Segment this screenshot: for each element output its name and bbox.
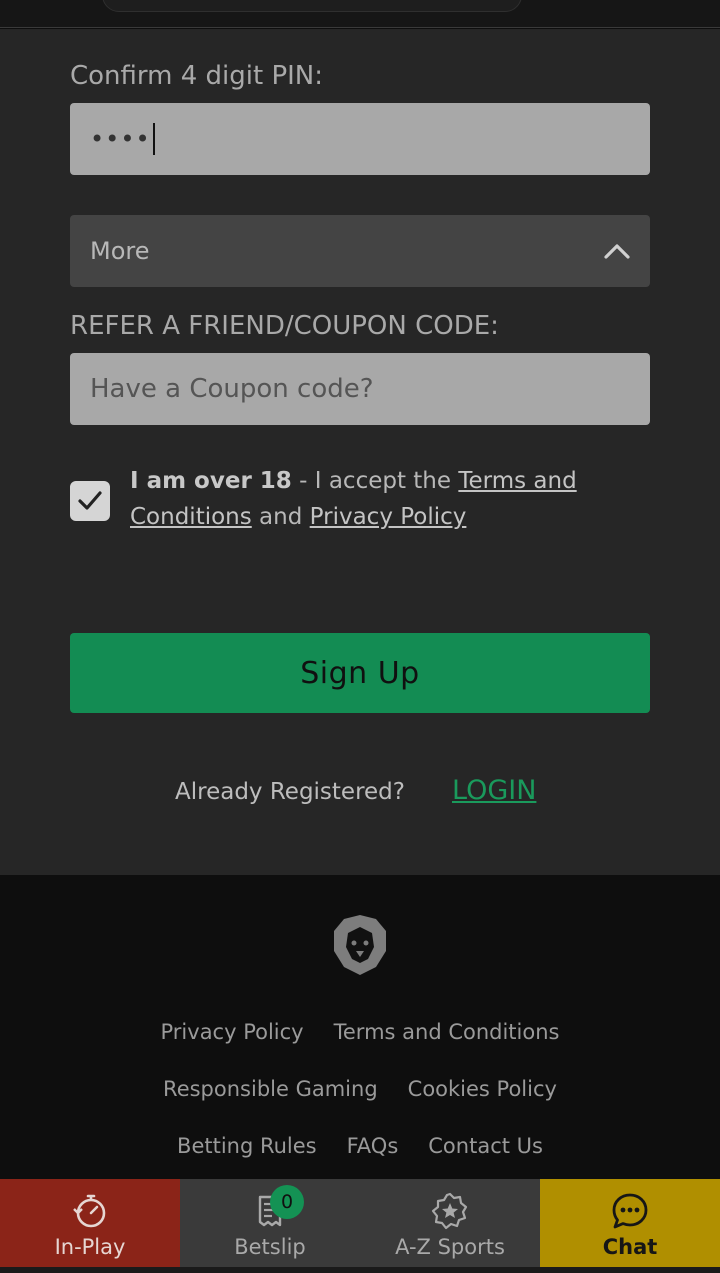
pin-confirm-input[interactable]: ••••	[70, 103, 650, 175]
nav-in-play[interactable]: In-Play	[0, 1179, 180, 1267]
footer-faqs-link[interactable]: FAQs	[347, 1134, 399, 1158]
top-header-strip	[0, 0, 720, 28]
privacy-link[interactable]: Privacy Policy	[310, 504, 467, 530]
age-terms-checkbox[interactable]	[70, 481, 110, 521]
footer-links-row-3: Betting Rules FAQs Contact Us	[0, 1134, 720, 1158]
footer-betting-rules-link[interactable]: Betting Rules	[177, 1134, 317, 1158]
footer-terms-link[interactable]: Terms and Conditions	[334, 1020, 560, 1044]
footer-links-row-1: Privacy Policy Terms and Conditions	[0, 1020, 720, 1044]
footer-contact-link[interactable]: Contact Us	[428, 1134, 543, 1158]
pin-value: ••••	[90, 125, 151, 153]
footer-cookies-link[interactable]: Cookies Policy	[408, 1077, 557, 1101]
coupon-label: REFER A FRIEND/COUPON CODE:	[70, 311, 499, 341]
coupon-input[interactable]	[70, 353, 650, 425]
betslip-count-badge: 0	[270, 1185, 304, 1219]
sign-up-button[interactable]: Sign Up	[70, 633, 650, 713]
nav-chat[interactable]: Chat	[540, 1179, 720, 1267]
system-bottom-bar	[0, 1267, 720, 1273]
footer-links-row-2: Responsible Gaming Cookies Policy	[0, 1077, 720, 1101]
terms-text: I am over 18 - I accept the Terms and Co…	[130, 463, 600, 535]
login-link[interactable]: LOGIN	[452, 775, 536, 806]
chat-bubble-icon	[612, 1193, 648, 1229]
registration-form: Confirm 4 digit PIN: •••• More REFER A F…	[0, 29, 720, 875]
nav-betslip[interactable]: 0 Betslip	[180, 1179, 360, 1267]
more-toggle[interactable]: More	[70, 215, 650, 287]
footer-responsible-gaming-link[interactable]: Responsible Gaming	[163, 1077, 378, 1101]
top-search-pill[interactable]	[102, 0, 522, 12]
age-statement: I am over 18	[130, 468, 292, 494]
chevron-up-icon	[604, 244, 630, 259]
already-registered-text: Already Registered?	[175, 779, 405, 805]
terms-and: and	[251, 504, 310, 530]
more-label: More	[90, 237, 150, 265]
checkmark-icon	[78, 491, 102, 510]
stopwatch-icon	[73, 1194, 106, 1228]
text-caret	[152, 123, 155, 155]
terms-separator: - I accept the	[291, 468, 459, 494]
nav-betslip-label: Betslip	[234, 1235, 306, 1259]
nav-chat-label: Chat	[602, 1235, 658, 1259]
bottom-nav: In-Play 0 Betslip A-Z Sports Chat	[0, 1179, 720, 1267]
nav-az-sports[interactable]: A-Z Sports	[360, 1179, 540, 1267]
nav-az-sports-label: A-Z Sports	[395, 1235, 505, 1259]
footer-privacy-link[interactable]: Privacy Policy	[161, 1020, 304, 1044]
footer: Privacy Policy Terms and Conditions Resp…	[0, 875, 720, 1179]
star-badge-icon	[431, 1192, 468, 1230]
pin-confirm-label: Confirm 4 digit PIN:	[70, 61, 324, 91]
nav-in-play-label: In-Play	[54, 1235, 126, 1259]
lion-logo-icon	[334, 915, 386, 975]
